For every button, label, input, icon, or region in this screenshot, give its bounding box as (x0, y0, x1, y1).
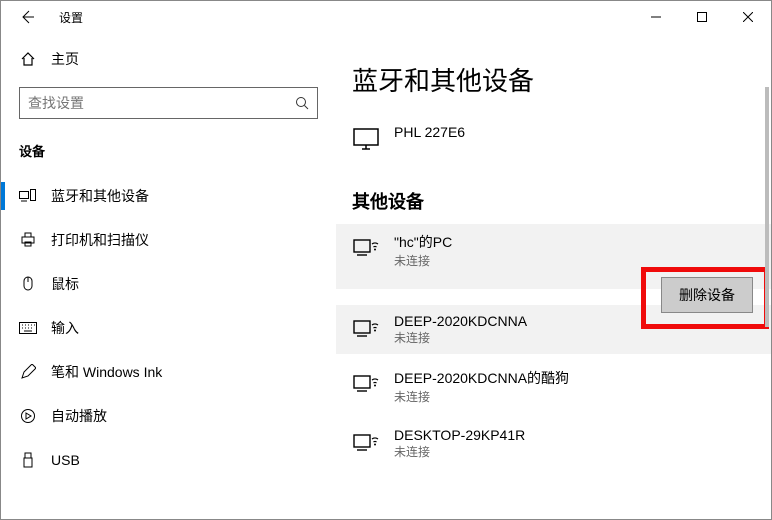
sidebar-item-printers[interactable]: 打印机和扫描仪 (1, 218, 336, 262)
device-item[interactable]: DESKTOP-29KP41R 未连接 (336, 419, 771, 468)
sidebar-item-autoplay[interactable]: 自动播放 (1, 394, 336, 438)
sidebar-item-mouse[interactable]: 鼠标 (1, 262, 336, 306)
remove-device-button[interactable]: 删除设备 (661, 277, 753, 313)
close-button[interactable] (725, 1, 771, 33)
devices-icon (19, 189, 37, 203)
device-status: 未连接 (394, 329, 527, 346)
device-name: "hc"的PC (394, 232, 452, 252)
sidebar-item-label: 鼠标 (51, 274, 79, 294)
titlebar: 设置 (1, 1, 771, 33)
sidebar-item-bluetooth[interactable]: 蓝牙和其他设备 (1, 174, 336, 218)
pc-network-icon (352, 368, 380, 396)
pc-network-icon (352, 313, 380, 341)
usb-icon (19, 452, 37, 468)
sidebar-item-label: 蓝牙和其他设备 (51, 186, 149, 206)
sidebar-section-label: 设备 (1, 141, 336, 174)
pc-network-icon (352, 232, 380, 260)
device-name: DEEP-2020KDCNNA (394, 313, 527, 329)
sidebar: 主页 设备 蓝牙和其他设备 打印机和扫描仪 鼠标 (1, 33, 336, 519)
search-field[interactable] (28, 95, 295, 111)
device-status: 未连接 (394, 443, 525, 460)
home-label: 主页 (51, 49, 79, 69)
other-devices-heading: 其他设备 (336, 160, 771, 224)
device-monitor[interactable]: PHL 227E6 (336, 116, 771, 160)
sidebar-item-typing[interactable]: 输入 (1, 306, 336, 350)
sidebar-item-label: 打印机和扫描仪 (51, 230, 149, 250)
device-status: 未连接 (394, 388, 569, 405)
home-icon (19, 51, 37, 67)
keyboard-icon (19, 322, 37, 334)
device-item[interactable]: DEEP-2020KDCNNA的酷狗 未连接 (336, 360, 771, 413)
remove-device-label: 删除设备 (679, 285, 735, 305)
minimize-button[interactable] (633, 1, 679, 33)
sidebar-item-label: USB (51, 452, 80, 468)
autoplay-icon (19, 408, 37, 424)
device-name: PHL 227E6 (394, 124, 465, 140)
sidebar-item-label: 输入 (51, 318, 79, 338)
sidebar-item-label: 笔和 Windows Ink (51, 362, 162, 382)
device-name: DEEP-2020KDCNNA的酷狗 (394, 368, 569, 388)
home-link[interactable]: 主页 (1, 49, 336, 87)
scrollbar[interactable] (765, 87, 769, 327)
sidebar-item-label: 自动播放 (51, 406, 107, 426)
sidebar-item-pen[interactable]: 笔和 Windows Ink (1, 350, 336, 394)
pc-network-icon (352, 427, 380, 455)
pen-icon (19, 364, 37, 380)
sidebar-item-usb[interactable]: USB (1, 438, 336, 482)
monitor-icon (352, 124, 380, 152)
device-status: 未连接 (394, 252, 452, 269)
maximize-button[interactable] (679, 1, 725, 33)
printer-icon (19, 232, 37, 248)
back-icon[interactable] (19, 9, 35, 25)
search-input[interactable] (19, 87, 318, 119)
mouse-icon (19, 276, 37, 292)
search-icon (295, 96, 309, 110)
device-name: DESKTOP-29KP41R (394, 427, 525, 443)
app-title: 设置 (59, 9, 83, 26)
page-title: 蓝牙和其他设备 (336, 33, 771, 116)
content-area: 蓝牙和其他设备 PHL 227E6 其他设备 "hc"的PC 未连接 删除设备 (336, 33, 771, 519)
